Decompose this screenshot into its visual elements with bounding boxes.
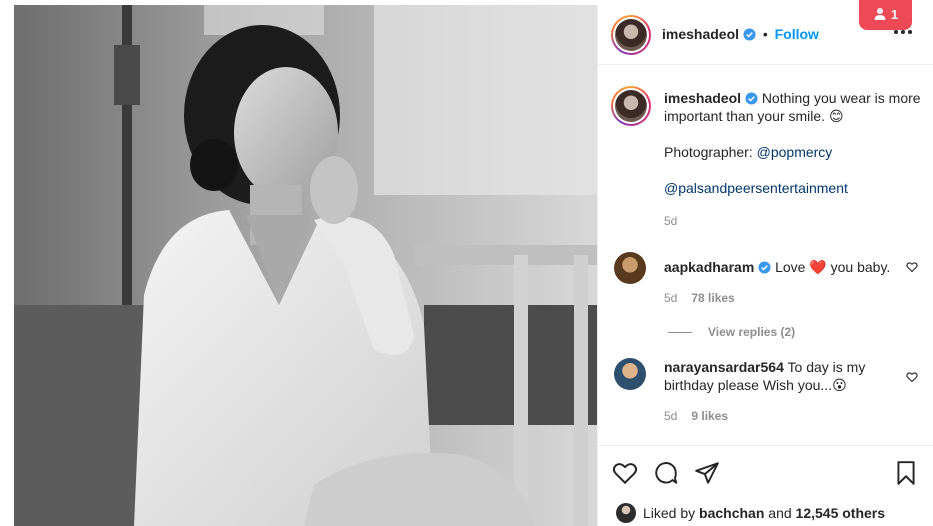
author-avatar[interactable] (611, 15, 651, 55)
comments-list: imeshadeol Nothing you wear is more impo… (598, 66, 933, 444)
likes-count[interactable]: 12,545 others (796, 505, 886, 521)
heart-emoji: ❤️ (809, 259, 827, 275)
comment-meta: 5d 78 likes (664, 291, 735, 305)
caption-age: 5d (664, 214, 678, 228)
photographer-label: Photographer: (664, 144, 753, 160)
comment-likes[interactable]: 78 likes (691, 291, 734, 305)
verified-icon (745, 92, 758, 105)
view-replies-label: View replies (2) (708, 325, 796, 339)
mention-line: @palsandpeersentertainment (664, 179, 926, 197)
liked-by-prefix: Liked by (643, 505, 696, 521)
comment-avatar[interactable] (614, 358, 646, 390)
like-comment-icon[interactable] (906, 261, 918, 273)
comment-text-after: you baby. (830, 259, 891, 275)
caption-username[interactable]: imeshadeol (664, 90, 741, 106)
bookmark-icon[interactable] (893, 460, 919, 486)
person-icon (874, 8, 886, 20)
notification-count: 1 (890, 6, 899, 22)
share-send-icon[interactable] (694, 460, 720, 486)
follow-button[interactable]: Follow (775, 26, 819, 42)
likes-and: and (768, 505, 792, 521)
caption-avatar[interactable] (611, 86, 651, 126)
comment-text-before: Love (775, 259, 806, 275)
caption: imeshadeol Nothing you wear is more impo… (598, 86, 933, 236)
separator-dot: • (762, 26, 768, 42)
replies-dash (668, 332, 692, 334)
mention-link[interactable]: @palsandpeersentertainment (664, 180, 848, 196)
liker-avatar[interactable] (616, 503, 636, 523)
left-gutter (0, 0, 14, 526)
comment-item: narayansardar564 To day is my birthday p… (598, 358, 933, 428)
author-username[interactable]: imeshadeol (662, 26, 739, 42)
notification-badge[interactable]: 1 (859, 0, 912, 30)
like-comment-icon[interactable] (906, 371, 918, 383)
verified-icon (758, 261, 771, 274)
view-replies-button[interactable]: View replies (2) (668, 325, 795, 339)
comment-text-block: narayansardar564 To day is my birthday p… (664, 358, 904, 394)
photographer-link[interactable]: @popmercy (757, 144, 833, 160)
comment-item: aapkadharam Love ❤️ you baby. 5d 78 likes… (598, 252, 933, 342)
photographer-line: Photographer: @popmercy (664, 143, 926, 161)
liker-username[interactable]: bachchan (699, 505, 764, 521)
caption-text-block: imeshadeol Nothing you wear is more impo… (664, 89, 926, 197)
comment-age: 5d (664, 291, 678, 305)
like-heart-icon[interactable] (612, 460, 638, 486)
post-photo[interactable] (14, 5, 597, 526)
comment-meta: 5d 9 likes (664, 409, 728, 423)
likes-summary: Liked by bachchan and 12,545 others (616, 503, 885, 523)
comment-age: 5d (664, 409, 678, 423)
comment-text-block: aapkadharam Love ❤️ you baby. (664, 258, 904, 276)
comment-bubble-icon[interactable] (653, 460, 679, 486)
comment-likes[interactable]: 9 likes (691, 409, 728, 423)
comment-username[interactable]: narayansardar564 (664, 359, 784, 375)
post-panel: imeshadeol • Follow imeshadeol Nothing y… (597, 5, 933, 526)
verified-icon (743, 28, 756, 41)
post-actions: Liked by bachchan and 12,545 others (598, 445, 933, 526)
post-photo-image (14, 5, 597, 526)
header-user-line: imeshadeol • Follow (662, 25, 819, 43)
comment-avatar[interactable] (614, 252, 646, 284)
comment-username[interactable]: aapkadharam (664, 259, 754, 275)
